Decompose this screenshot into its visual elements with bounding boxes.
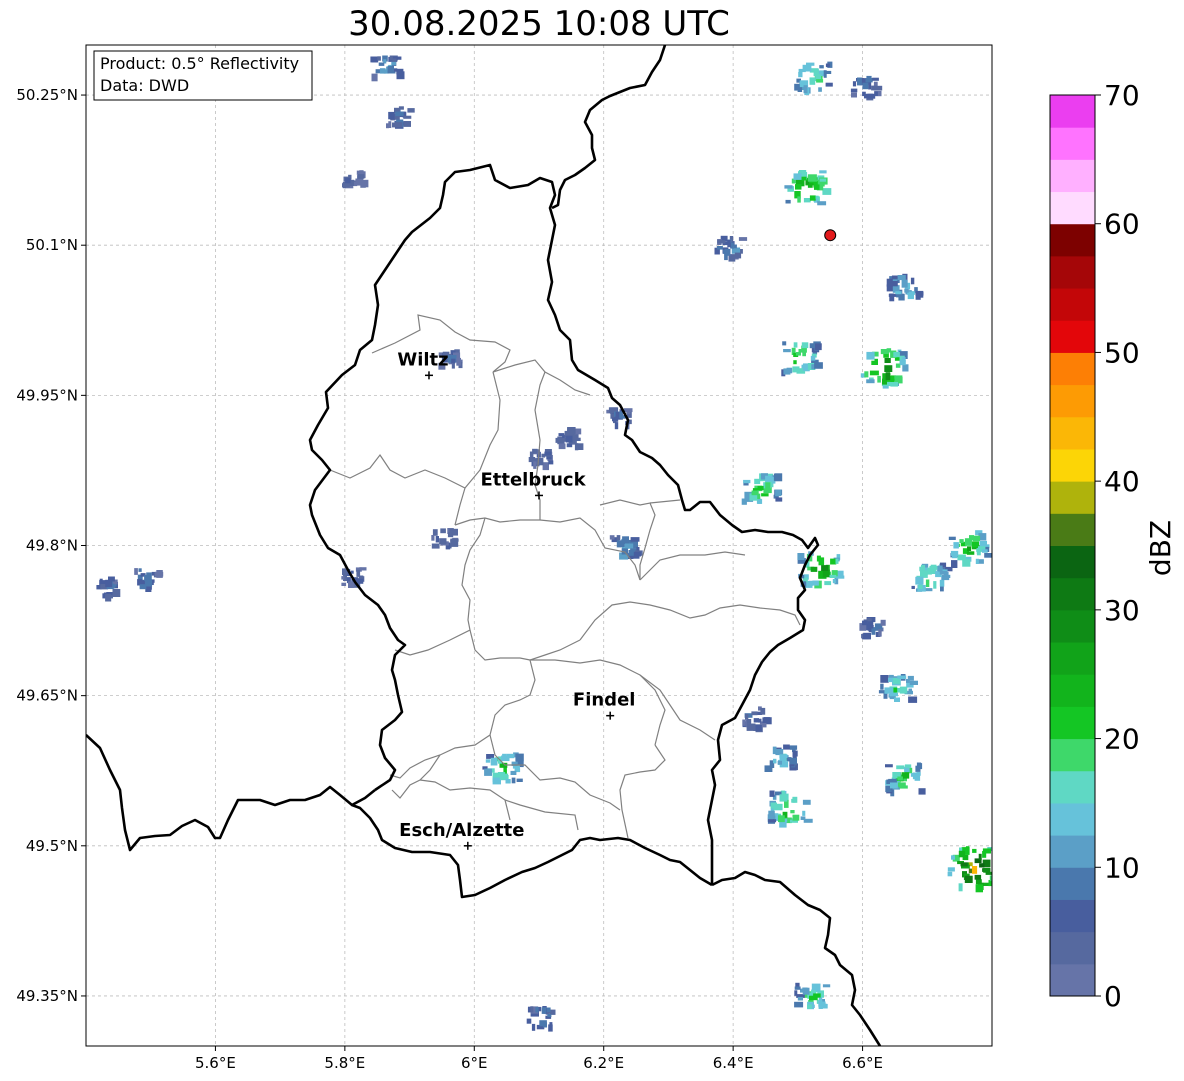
city-label: Findel <box>573 690 636 711</box>
x-tick-label: 6°E <box>461 1054 488 1072</box>
colorbar-segment <box>1050 963 1095 997</box>
colorbar <box>1049 94 1096 997</box>
radar-map: 5.6°E 5.8°E 6°E 6.2°E 6.4°E 6.6°E 50.25°N 50.1… <box>16 44 1177 1072</box>
colorbar-segment <box>1050 738 1095 772</box>
x-tick-label: 5.8°E <box>324 1054 365 1072</box>
colorbar-tick-label: 20 <box>1104 723 1140 756</box>
x-tick-label: 6.6°E <box>842 1054 883 1072</box>
city-label: Esch/Alzette <box>399 820 524 841</box>
colorbar-tick-label: 30 <box>1104 594 1140 627</box>
colorbar-segment <box>1050 320 1095 353</box>
colorbar-tick-label: 40 <box>1104 465 1140 498</box>
colorbar-segment <box>1050 545 1095 579</box>
product-label: Product: 0.5° Reflectivity <box>100 54 299 73</box>
colorbar-tick-label: 70 <box>1104 79 1140 112</box>
colorbar-segment <box>1050 674 1095 707</box>
x-axis-ticks: 5.6°E 5.8°E 6°E 6.2°E 6.4°E 6.6°E <box>195 1046 883 1072</box>
colorbar-segment <box>1050 448 1095 482</box>
colorbar-segment <box>1050 577 1095 611</box>
colorbar-segment <box>1050 642 1095 675</box>
colorbar-segment <box>1050 416 1095 450</box>
colorbar-segment <box>1050 802 1095 836</box>
colorbar-segment <box>1050 223 1095 257</box>
colorbar-segment <box>1050 352 1095 386</box>
colorbar-segment <box>1050 706 1095 740</box>
y-axis-ticks: 50.25°N 50.1°N 49.95°N 49.8°N 49.65°N 49.5°N 4… <box>16 86 86 1005</box>
colorbar-segment <box>1050 835 1095 868</box>
colorbar-tick-label: 10 <box>1104 851 1140 884</box>
y-tick-label: 49.8°N <box>26 537 78 555</box>
x-tick-label: 5.6°E <box>195 1054 236 1072</box>
colorbar-segment <box>1050 127 1095 160</box>
data-source-label: Data: DWD <box>100 76 189 95</box>
colorbar-label: dBZ <box>1144 520 1177 576</box>
y-tick-label: 49.35°N <box>16 987 78 1005</box>
colorbar-segment <box>1050 481 1095 514</box>
x-tick-label: 6.4°E <box>713 1054 754 1072</box>
colorbar-segment <box>1050 899 1095 933</box>
colorbar-segment <box>1050 255 1095 289</box>
info-box: Product: 0.5° Reflectivity Data: DWD <box>93 50 313 101</box>
y-tick-label: 49.5°N <box>26 837 78 855</box>
colorbar-segment <box>1050 931 1095 965</box>
city-label: Wiltz <box>397 349 448 370</box>
y-tick-label: 49.95°N <box>16 386 78 404</box>
x-tick-label: 6.2°E <box>583 1054 624 1072</box>
colorbar-segment <box>1050 770 1095 804</box>
colorbar-tick-label: 0 <box>1104 980 1122 1013</box>
y-tick-label: 50.1°N <box>26 236 78 254</box>
radar-site-marker <box>824 229 837 242</box>
city-label: Ettelbruck <box>480 469 586 490</box>
colorbar-ticks: 0 10 20 30 40 50 60 70 <box>1095 79 1140 1013</box>
colorbar-tick-label: 60 <box>1104 208 1140 241</box>
y-tick-label: 49.65°N <box>16 687 78 705</box>
colorbar-segment <box>1050 609 1095 643</box>
colorbar-segment <box>1050 288 1095 321</box>
colorbar-tick-label: 50 <box>1104 336 1140 369</box>
colorbar-segment <box>1050 159 1095 193</box>
y-tick-label: 50.25°N <box>16 86 78 104</box>
colorbar-segment <box>1050 867 1095 900</box>
colorbar-segment <box>1050 384 1095 418</box>
colorbar-segment <box>1050 95 1095 128</box>
colorbar-segment <box>1050 513 1095 546</box>
colorbar-segment <box>1050 191 1095 225</box>
